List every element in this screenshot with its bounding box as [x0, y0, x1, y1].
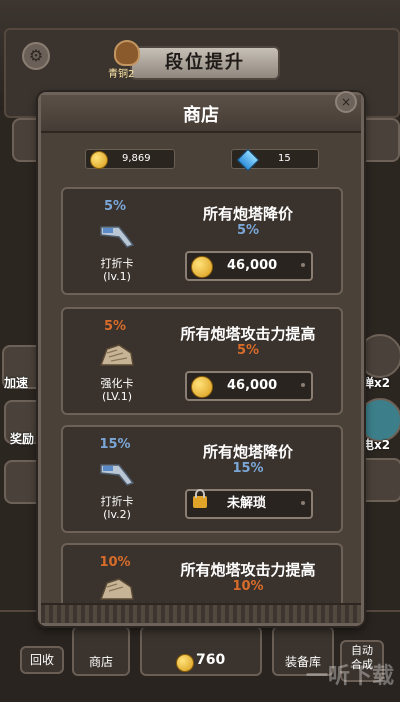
- gem-balance-value: 15: [278, 153, 291, 164]
- bullet-skill-label: 弹x2: [362, 376, 391, 390]
- item-name-line2: (lv.1): [103, 270, 131, 283]
- item-description: 所有炮塔攻击力提高: [180, 325, 316, 343]
- coin-icon: [90, 151, 108, 169]
- item-name-line1: 打折卡: [100, 495, 134, 508]
- buy-turret-price: 760: [196, 652, 226, 668]
- shop-item-card: 5% 打折卡 (lv.1) 所有炮塔降价 5% 46,000: [61, 187, 343, 295]
- shop-item-card: 15% 打折卡 (lv.2) 所有炮塔降价 15% 未解琐: [61, 425, 343, 533]
- item-percent: 5%: [103, 319, 127, 334]
- bullet-skill-button[interactable]: [358, 334, 400, 378]
- item-name: 打折卡 (lv.2): [81, 495, 153, 521]
- dot-icon: [301, 263, 305, 267]
- item-percent: 10%: [99, 555, 131, 570]
- coin-icon: [176, 654, 194, 672]
- shop-item-card: 5% 强化卡 (LV.1) 所有炮塔攻击力提高 5% 46,000: [61, 307, 343, 415]
- gem-icon: [236, 148, 260, 172]
- locked-button[interactable]: 未解琐: [185, 489, 313, 519]
- coin-icon: [191, 256, 213, 278]
- reward-label: 奖励: [10, 432, 35, 446]
- shop-title: 商店: [183, 105, 219, 126]
- buy-button[interactable]: 46,000: [185, 371, 313, 401]
- gem-balance: 15: [231, 148, 319, 172]
- item-description-percent: 15%: [232, 461, 264, 476]
- close-icon[interactable]: ×: [335, 91, 357, 113]
- item-name-line2: (LV.1): [101, 390, 133, 403]
- rank-badge-icon: [114, 40, 140, 66]
- coin-balance-value: 9,869: [122, 153, 151, 164]
- lock-icon: [193, 489, 207, 508]
- buy-price: 46,000: [227, 378, 278, 393]
- item-percent: 15%: [99, 437, 131, 452]
- item-name-line1: 打折卡: [100, 257, 134, 270]
- gear-icon[interactable]: ⚙: [22, 42, 50, 70]
- item-name-line1: 强化卡: [100, 377, 134, 390]
- shop-panel: 商店 × 9,869 15 5% 打折卡 (lv.1) 所有炮塔降价 5% 46…: [38, 91, 364, 626]
- shop-button-label: 商店: [88, 655, 113, 669]
- coin-balance: 9,869: [85, 149, 175, 169]
- discount-card-icon: [100, 464, 135, 486]
- rank-label: 青铜2: [108, 69, 135, 80]
- watermark: 一听下载: [305, 664, 394, 689]
- coin-icon: [191, 376, 213, 398]
- shop-item-card: 10% 所有炮塔攻击力提高 10%: [61, 543, 343, 603]
- item-description-percent: 10%: [232, 579, 264, 594]
- upgrade-stone-icon: [99, 578, 134, 600]
- electric-skill-label: 电x2: [362, 438, 391, 452]
- shop-footer: [41, 603, 361, 623]
- upgrade-stone-icon: [99, 344, 134, 366]
- item-description: 所有炮塔降价: [202, 205, 293, 223]
- side-slot-right[interactable]: [358, 458, 400, 502]
- item-name: 打折卡 (lv.1): [81, 257, 153, 283]
- item-description-percent: 5%: [236, 223, 260, 238]
- item-percent: 5%: [103, 199, 127, 214]
- item-name: 强化卡 (LV.1): [81, 377, 153, 403]
- item-name-line2: (lv.2): [103, 508, 131, 521]
- dot-icon: [301, 501, 305, 505]
- shop-button[interactable]: 商店: [72, 626, 130, 676]
- rank-upgrade-button[interactable]: 段位提升: [130, 46, 280, 80]
- item-description-percent: 5%: [236, 343, 260, 358]
- discount-card-icon: [100, 226, 135, 248]
- locked-label: 未解琐: [227, 496, 267, 511]
- buy-price: 46,000: [227, 258, 278, 273]
- item-description: 所有炮塔降价: [202, 443, 293, 461]
- speed-boost-label: 加速: [4, 376, 29, 390]
- shop-header: 商店 ×: [41, 91, 361, 133]
- buy-turret-button[interactable]: 760: [140, 626, 262, 676]
- dot-icon: [301, 383, 305, 387]
- buy-button[interactable]: 46,000: [185, 251, 313, 281]
- auto-merge-line1: 自动: [351, 644, 373, 657]
- recycle-button[interactable]: 回收: [20, 646, 64, 674]
- item-description: 所有炮塔攻击力提高: [180, 561, 316, 579]
